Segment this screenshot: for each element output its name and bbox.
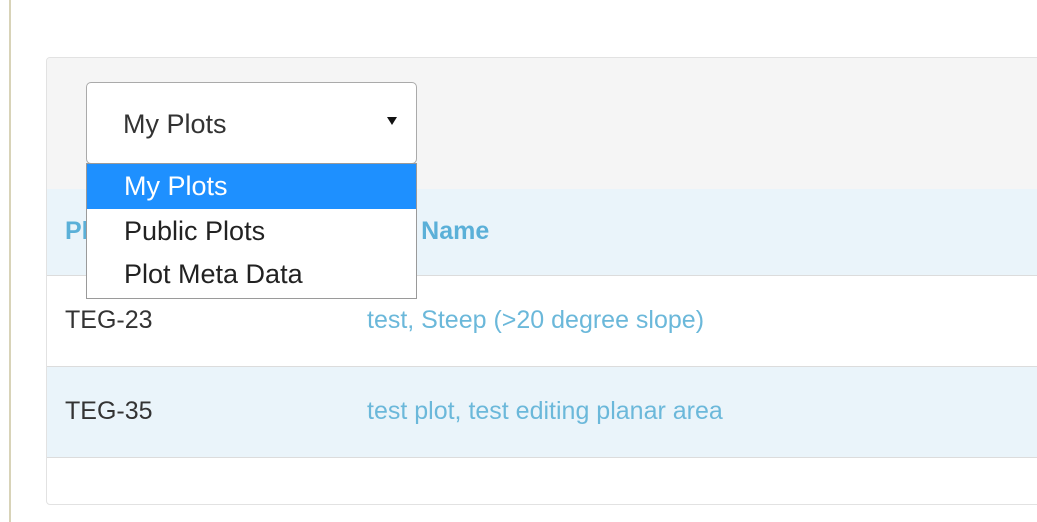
plot-source-select[interactable]: My Plots [86, 82, 417, 164]
plot-id-cell: TEG-35 [65, 397, 153, 425]
option-plot-meta-data[interactable]: Plot Meta Data [87, 252, 416, 297]
option-my-plots[interactable]: My Plots [87, 164, 416, 209]
plot-name-link[interactable]: test, Steep (>20 degree slope) [367, 306, 704, 335]
plot-source-options-list: My Plots Public Plots Plot Meta Data [86, 163, 417, 299]
select-current-value: My Plots [123, 109, 227, 139]
table-row[interactable]: TEG-35 test plot, test editing planar ar… [47, 367, 1037, 458]
plot-name-link[interactable]: test plot, test editing planar area [367, 397, 723, 426]
dropdown-arrow-icon [387, 117, 397, 125]
left-border-line [9, 0, 11, 522]
option-public-plots[interactable]: Public Plots [87, 209, 416, 254]
plot-id-cell: TEG-23 [65, 306, 153, 334]
